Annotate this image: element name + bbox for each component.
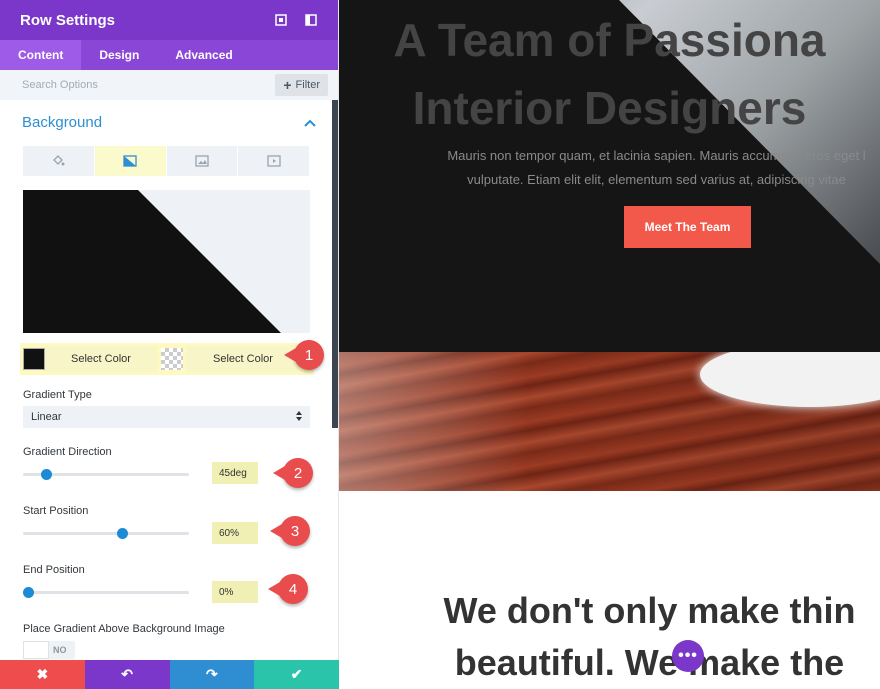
row-settings-panel: Row Settings Content Design Advanced Sea… <box>0 0 339 689</box>
search-input[interactable]: Search Options <box>22 79 98 91</box>
start-position-slider[interactable] <box>23 528 189 539</box>
gradient-icon <box>123 155 137 167</box>
place-gradient-toggle[interactable]: NO <box>23 641 75 659</box>
start-position-input[interactable]: 60% <box>212 522 258 544</box>
hero-title-line1: A Team of Passiona <box>393 14 826 66</box>
hero-section: A Team of Passiona Interior Designers Ma… <box>339 0 880 352</box>
bg-video-tab[interactable] <box>238 146 310 176</box>
toggle-knob <box>23 641 49 659</box>
section-heading: We don't only make thin beautiful. We ma… <box>339 585 880 689</box>
close-icon: ✖ <box>36 666 49 682</box>
panel-header: Row Settings <box>0 0 338 40</box>
filter-button[interactable]: + Filter <box>275 74 328 96</box>
paint-bucket-icon <box>53 155 65 166</box>
more-options-button[interactable]: ••• <box>672 640 704 672</box>
image-icon <box>195 155 209 167</box>
check-icon: ✔ <box>290 666 303 682</box>
select-arrows-icon <box>296 410 302 424</box>
panel-footer: ✖ ↶ ↷ ✔ <box>0 660 339 689</box>
gradient-preview-shape <box>23 190 281 333</box>
panel-title: Row Settings <box>20 11 116 29</box>
search-bar: Search Options + Filter <box>0 70 338 100</box>
save-button[interactable]: ✔ <box>254 660 339 689</box>
meet-the-team-button[interactable]: Meet The Team <box>624 206 751 248</box>
gradient-direction-label: Gradient Direction <box>23 446 112 458</box>
hero-subtitle-line2: vulputate. Etiam elit elit, elementum se… <box>467 172 846 187</box>
slider-handle[interactable] <box>41 469 52 480</box>
tab-design[interactable]: Design <box>81 40 157 70</box>
background-section-header[interactable]: Background <box>0 100 338 145</box>
gradient-preview <box>23 190 310 333</box>
place-gradient-label: Place Gradient Above Background Image <box>23 623 225 635</box>
gradient-direction-input[interactable]: 45deg <box>212 462 258 484</box>
slider-handle[interactable] <box>117 528 128 539</box>
section-title: Background <box>22 114 103 131</box>
settings-tabs: Content Design Advanced <box>0 40 338 70</box>
annotation-badge-2: 2 <box>273 458 313 488</box>
bg-gradient-tab[interactable] <box>94 146 167 176</box>
end-position-input[interactable]: 0% <box>212 581 258 603</box>
tab-content[interactable]: Content <box>0 40 82 70</box>
gradient-direction-slider[interactable] <box>23 469 189 480</box>
hero-subtitle-line1: Mauris non tempor quam, et lacinia sapie… <box>447 148 866 163</box>
background-type-tabs <box>23 146 310 176</box>
section-heading-line2: beautiful. We make the <box>454 642 845 683</box>
end-color-swatch[interactable] <box>161 348 183 370</box>
tab-advanced[interactable]: Advanced <box>157 40 250 70</box>
gradient-color-row: Select Color Select Color <box>20 343 314 375</box>
undo-button[interactable]: ↶ <box>84 660 170 689</box>
cancel-button[interactable]: ✖ <box>0 660 85 689</box>
hero-title-line2: Interior Designers <box>412 82 807 134</box>
section-heading-line1: We don't only make thin <box>443 590 856 631</box>
fullscreen-icon[interactable] <box>274 13 288 27</box>
annotation-badge-1: 1 <box>284 340 324 370</box>
end-position-label: End Position <box>23 564 85 576</box>
redo-button[interactable]: ↷ <box>169 660 255 689</box>
video-icon <box>266 155 281 167</box>
panel-scrollbar[interactable] <box>332 100 338 428</box>
end-color-select[interactable]: Select Color <box>187 346 299 372</box>
gradient-type-value: Linear <box>31 411 62 423</box>
chevron-up-icon[interactable] <box>304 114 316 132</box>
hero-subtitle: Mauris non tempor quam, et lacinia sapie… <box>339 144 880 192</box>
gradient-type-select[interactable]: Linear <box>23 406 310 428</box>
start-position-label: Start Position <box>23 505 89 517</box>
toggle-state: NO <box>53 645 67 655</box>
annotation-badge-3: 3 <box>270 516 310 546</box>
bg-color-tab[interactable] <box>23 146 95 176</box>
filter-label: Filter <box>295 79 320 91</box>
rug-shape <box>700 352 880 407</box>
gradient-type-label: Gradient Type <box>23 389 92 401</box>
hero-title: A Team of Passiona Interior Designers <box>339 6 880 142</box>
sidebar-toggle-icon[interactable] <box>304 13 318 27</box>
plus-icon: + <box>283 77 292 93</box>
undo-icon: ↶ <box>121 666 133 682</box>
redo-icon: ↷ <box>206 666 218 682</box>
bg-image-tab[interactable] <box>167 146 239 176</box>
floor-image <box>339 352 880 491</box>
annotation-badge-4: 4 <box>268 574 308 604</box>
start-color-swatch[interactable] <box>23 348 45 370</box>
start-color-select[interactable]: Select Color <box>45 346 157 372</box>
slider-handle[interactable] <box>23 587 34 598</box>
end-position-slider[interactable] <box>23 587 189 598</box>
